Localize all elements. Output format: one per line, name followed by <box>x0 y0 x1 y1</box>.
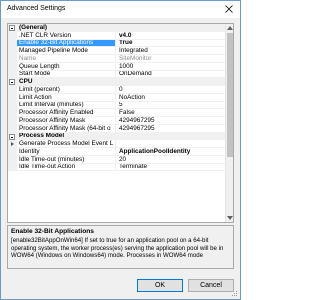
collapse-icon[interactable] <box>9 133 15 140</box>
property-name: Enable 32-Bit Applications <box>17 39 116 47</box>
property-name: Limit Action <box>17 93 116 101</box>
property-row[interactable]: Processor Affinity Mask 4294967295 <box>8 117 226 125</box>
description-panel: Enable 32-Bit Applications [enable32BitA… <box>7 225 234 269</box>
property-row[interactable]: Identity ApplicationPoolIdentity <box>8 148 226 156</box>
category-label: (General) <box>19 24 48 31</box>
property-name: Generate Process Model Event L <box>17 140 116 147</box>
property-row[interactable]: Idle Time-out (minutes) 20 <box>8 155 226 164</box>
row-gutter <box>8 140 17 147</box>
property-row[interactable]: Start Mode OnDemand <box>8 70 226 79</box>
property-value[interactable]: False <box>116 109 226 116</box>
property-value[interactable]: 1000 <box>116 63 226 70</box>
property-value[interactable]: 4294967295 <box>116 117 226 124</box>
row-gutter <box>8 101 17 109</box>
description-body: [enable32BitAppOnWin64] If set to true f… <box>11 237 224 260</box>
close-icon <box>225 5 233 13</box>
property-value[interactable] <box>116 140 226 147</box>
row-gutter <box>8 24 17 31</box>
property-value[interactable]: Terminate <box>116 164 226 171</box>
property-name: Idle Time-out Action <box>17 163 116 171</box>
property-name: Limit Interval (minutes) <box>17 101 116 109</box>
property-name: Processor Affinity Mask (64-bit o <box>17 124 116 132</box>
property-value[interactable]: 5 <box>116 102 226 109</box>
property-row[interactable]: Managed Pipeline Mode Integrated <box>8 47 226 55</box>
row-gutter <box>8 163 17 171</box>
property-name: Identity <box>17 148 116 155</box>
row-gutter <box>8 117 17 124</box>
property-value: SiteMonitor <box>119 55 152 62</box>
row-gutter <box>8 39 17 47</box>
scroll-up-icon <box>227 26 233 30</box>
row-gutter <box>8 31 17 39</box>
scroll-thumb[interactable] <box>227 33 233 157</box>
property-value[interactable]: ApplicationPoolIdentity <box>116 148 226 155</box>
collapse-icon[interactable] <box>9 79 15 86</box>
row-gutter <box>8 55 17 62</box>
property-name: .NET CLR Version <box>17 31 116 39</box>
property-value[interactable]: 20 <box>116 156 226 163</box>
ok-button[interactable]: OK <box>137 279 183 292</box>
property-row[interactable]: Limit Action NoAction <box>8 93 226 102</box>
row-gutter <box>8 155 17 163</box>
cancel-button[interactable]: Cancel <box>188 279 234 292</box>
row-gutter <box>8 93 17 101</box>
scroll-up-button[interactable] <box>226 24 233 32</box>
row-gutter <box>8 124 17 132</box>
collapse-icon[interactable] <box>9 25 15 31</box>
property-value[interactable]: 4294967295 <box>116 125 226 132</box>
property-row[interactable]: Queue Length 1000 <box>8 62 226 71</box>
property-row[interactable]: Generate Process Model Event L <box>8 140 226 148</box>
row-gutter <box>8 86 17 93</box>
resize-grip-icon[interactable] <box>232 291 238 297</box>
property-row[interactable]: Enable 32-Bit Applications True <box>8 39 226 48</box>
scroll-down-button[interactable] <box>226 214 233 222</box>
vertical-scrollbar[interactable] <box>225 24 233 222</box>
property-rows: (General) .NET CLR Version v4.0 Enable 32-B… <box>8 24 226 172</box>
property-row[interactable]: .NET CLR Version v4.0 <box>8 31 226 40</box>
close-button[interactable] <box>222 3 236 15</box>
property-row[interactable]: Name SiteMonitor <box>8 55 226 63</box>
property-name: Managed Pipeline Mode <box>17 47 116 54</box>
row-gutter <box>8 148 17 155</box>
expand-arrow-icon[interactable] <box>11 142 14 147</box>
property-name: Queue Length <box>17 62 116 70</box>
property-row[interactable]: Limit Interval (minutes) 5 <box>8 101 226 110</box>
title-bar[interactable]: Advanced Settings <box>1 1 240 18</box>
property-value[interactable]: True <box>116 40 226 47</box>
property-row[interactable]: Processor Affinity Mask (64-bit o 4294967… <box>8 124 226 133</box>
row-gutter <box>8 78 17 86</box>
category-row[interactable]: CPU <box>8 78 226 86</box>
property-row[interactable]: Processor Affinity Enabled False <box>8 109 226 117</box>
row-gutter <box>8 62 17 70</box>
category-label: CPU <box>19 78 33 85</box>
row-gutter <box>8 70 17 78</box>
property-name: Idle Time-out (minutes) <box>17 155 116 163</box>
category-row[interactable]: (General) <box>8 24 226 32</box>
property-value[interactable]: 0 <box>116 86 226 93</box>
category-row[interactable]: Process Model <box>8 132 226 141</box>
property-name: Processor Affinity Enabled <box>17 109 116 116</box>
property-row[interactable]: Limit (percent) 0 <box>8 86 226 94</box>
scroll-down-icon <box>227 216 233 220</box>
property-value[interactable]: OnDemand <box>116 71 226 78</box>
property-row[interactable]: Idle Time-out Action Terminate <box>8 163 226 172</box>
property-value[interactable]: NoAction <box>116 94 226 101</box>
property-value[interactable]: v4.0 <box>116 32 226 39</box>
category-label: Process Model <box>19 132 65 140</box>
row-gutter <box>8 132 17 140</box>
property-name: Start Mode <box>17 70 116 78</box>
property-name: Processor Affinity Mask <box>17 117 116 124</box>
advanced-settings-dialog: Advanced Settings (General) .NET CLR Vers… <box>0 0 241 300</box>
property-name: Name <box>17 55 116 62</box>
property-grid[interactable]: (General) .NET CLR Version v4.0 Enable 32-B… <box>7 23 234 223</box>
row-gutter <box>8 47 17 54</box>
property-value[interactable]: Integrated <box>116 47 226 54</box>
row-gutter <box>8 109 17 116</box>
property-name: Limit (percent) <box>17 86 116 93</box>
window-title: Advanced Settings <box>7 5 66 12</box>
description-title: Enable 32-Bit Applications <box>11 228 94 235</box>
